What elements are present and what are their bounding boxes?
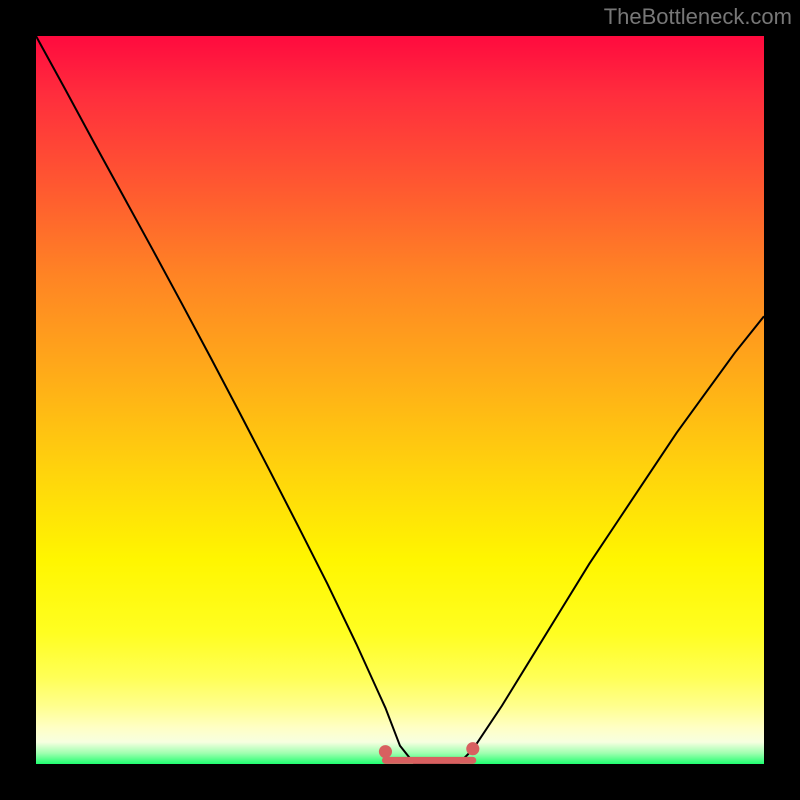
chart-frame: TheBottleneck.com [0,0,800,800]
curve-svg [36,36,764,764]
attribution-label: TheBottleneck.com [604,4,792,30]
plot-area [36,36,764,764]
main-curve [36,36,764,764]
